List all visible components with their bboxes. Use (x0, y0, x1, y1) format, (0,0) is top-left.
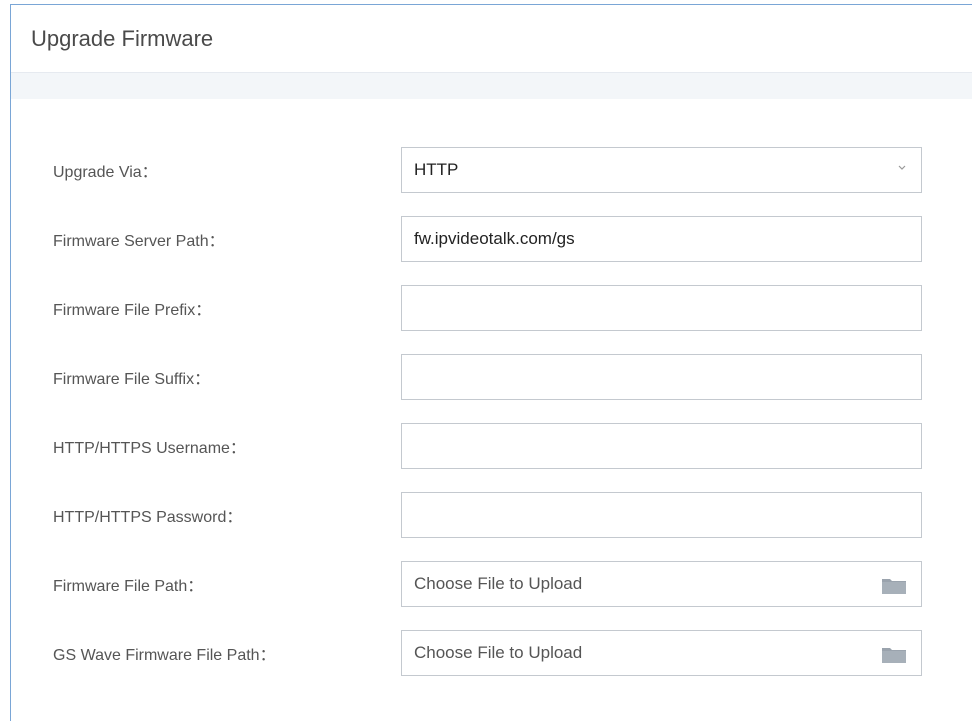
row-server-path: Firmware Server Path： fw.ipvideotalk.com… (11, 216, 972, 262)
gs-wave-path-placeholder: Choose File to Upload (414, 643, 583, 662)
server-path-value: fw.ipvideotalk.com/gs (414, 229, 575, 248)
gs-wave-path-label: GS Wave Firmware File Path： (53, 647, 276, 664)
server-path-input[interactable]: fw.ipvideotalk.com/gs (401, 216, 922, 262)
file-path-placeholder: Choose File to Upload (414, 574, 583, 593)
password-input[interactable] (401, 492, 922, 538)
file-prefix-input[interactable] (401, 285, 922, 331)
folder-icon[interactable] (881, 577, 907, 595)
file-prefix-label: Firmware File Prefix： (53, 302, 212, 319)
file-path-label: Firmware File Path： (53, 578, 204, 595)
file-path-upload[interactable]: Choose File to Upload (401, 561, 922, 607)
upgrade-via-value: HTTP (414, 160, 459, 179)
gs-wave-path-upload[interactable]: Choose File to Upload (401, 630, 922, 676)
row-file-path: Firmware File Path： Choose File to Uploa… (11, 561, 972, 607)
username-label: HTTP/HTTPS Username： (53, 440, 246, 457)
header-band (11, 73, 972, 99)
file-suffix-input[interactable] (401, 354, 922, 400)
row-file-suffix: Firmware File Suffix： (11, 354, 972, 400)
chevron-down-icon (898, 165, 906, 170)
upgrade-firmware-panel: Upgrade Firmware Upgrade Via： HTTP Firmw… (10, 4, 972, 721)
upgrade-via-select[interactable]: HTTP (401, 147, 922, 193)
server-path-label: Firmware Server Path： (53, 233, 225, 250)
panel-title: Upgrade Firmware (31, 25, 214, 51)
row-file-prefix: Firmware File Prefix： (11, 285, 972, 331)
folder-icon[interactable] (881, 646, 907, 664)
file-suffix-label: Firmware File Suffix： (53, 371, 211, 388)
panel-header: Upgrade Firmware (11, 5, 972, 73)
password-label: HTTP/HTTPS Password： (53, 509, 243, 526)
row-upgrade-via: Upgrade Via： HTTP (11, 147, 972, 193)
row-password: HTTP/HTTPS Password： (11, 492, 972, 538)
row-gs-wave-path: GS Wave Firmware File Path： Choose File … (11, 630, 972, 676)
upgrade-via-label: Upgrade Via： (53, 164, 158, 181)
username-input[interactable] (401, 423, 922, 469)
row-username: HTTP/HTTPS Username： (11, 423, 972, 469)
